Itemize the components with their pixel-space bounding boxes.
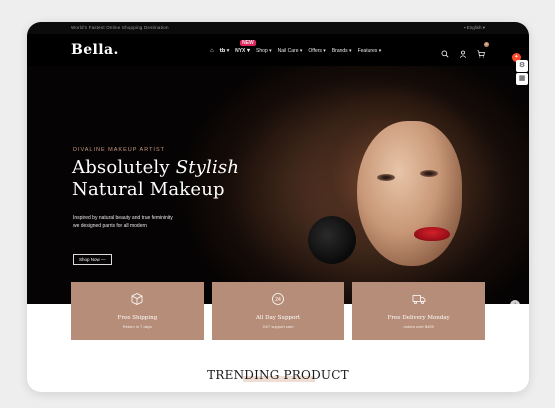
feature-card: Free Shipping Return in 7 days (71, 282, 204, 340)
new-badge: NEW (240, 40, 256, 46)
hero-heading: Absolutely Stylish Natural Makeup (72, 157, 240, 200)
announcement-text: World's Fastest Online Shopping Destinat… (71, 25, 169, 30)
trending-title: TRENDING PRODUCT (207, 368, 349, 382)
truck-icon (412, 295, 426, 304)
nav-offers[interactable]: Offers ▾ (308, 48, 325, 54)
feature-subtitle: orders over $499 (403, 324, 434, 329)
scroll-to-top-button[interactable]: ↑ (510, 300, 520, 304)
side-tools: ⚙ ▦ (516, 60, 530, 86)
hero-paragraph: Inspired by natural beauty and true femi… (73, 215, 173, 229)
nav-nail-care[interactable]: Nail Care ▾ (278, 48, 303, 54)
hero-model-eye-left (377, 174, 395, 181)
hero-model-face (357, 121, 462, 266)
search-icon[interactable] (441, 45, 449, 63)
hero-model-earring (308, 216, 356, 264)
nav-brands[interactable]: Brands ▾ (332, 48, 352, 54)
feature-subtitle: 24/7 support care (262, 324, 294, 329)
cart-icon[interactable]: 0 (477, 42, 489, 63)
language-label: English (466, 25, 482, 30)
features-row: Free Shipping Return in 7 days 24 All Da… (71, 282, 486, 340)
user-icon[interactable] (459, 45, 467, 63)
support-icon: 24 (272, 293, 284, 305)
header-icons: 0 (441, 42, 489, 63)
settings-gear-icon[interactable]: ⚙ (516, 60, 528, 72)
browser-frame: World's Fastest Online Shopping Destinat… (27, 22, 529, 392)
nav-brand-tb[interactable]: tb ▾ (220, 48, 230, 54)
svg-text:24: 24 (275, 297, 281, 303)
hero-model-eye-right (420, 170, 438, 177)
shop-now-button[interactable]: Shop Now — (73, 254, 112, 265)
nav-brand-nyx[interactable]: NYX ▾ NEW (235, 40, 256, 54)
site-logo[interactable]: Bella. (71, 42, 119, 58)
arrow-right-icon: — (101, 257, 106, 262)
cart-count-badge: 0 (484, 42, 489, 47)
nav-features[interactable]: Features ▾ (358, 48, 382, 54)
grid-icon[interactable]: ▦ (516, 73, 528, 85)
feature-title: All Day Support (255, 315, 301, 321)
flag-icon: ▪ (463, 25, 466, 30)
home-icon[interactable]: ⌂ (210, 48, 214, 54)
main-nav: ⌂ tb ▾ NYX ▾ NEW Shop ▾ Nail Care ▾ Offe… (210, 40, 382, 54)
top-announcement-bar: World's Fastest Online Shopping Destinat… (27, 22, 529, 34)
feature-subtitle: Return in 7 days (122, 324, 152, 329)
main-header: Bella. ⌂ tb ▾ NYX ▾ NEW Shop ▾ Nail Care… (27, 34, 529, 66)
chevron-down-icon: ▾ (482, 25, 485, 30)
feature-card: 24 All Day Support 24/7 support care (211, 282, 345, 340)
hero-banner: DIVALINE MAKEUP ARTIST Absolutely Stylis… (27, 66, 529, 304)
feature-title: Free Shipping (117, 315, 158, 321)
nav-shop[interactable]: Shop ▾ (256, 48, 272, 54)
language-selector[interactable]: ▪ English ▾ (464, 25, 485, 31)
hero-model-lips (414, 227, 450, 241)
feature-card: Free Delivery Monday orders over $499 (352, 282, 486, 340)
hero-tagline: DIVALINE MAKEUP ARTIST (73, 147, 165, 153)
box-icon (131, 293, 143, 305)
feature-title: Free Delivery Monday (387, 315, 450, 321)
